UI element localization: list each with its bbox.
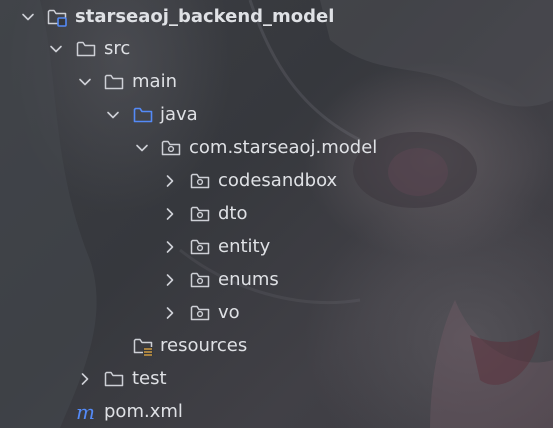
tree-node-enums[interactable]: enums xyxy=(0,263,553,296)
tree-node-vo[interactable]: vo xyxy=(0,296,553,329)
tree-node-label: entity xyxy=(218,236,271,257)
tree-node-pom[interactable]: m pom.xml xyxy=(0,395,553,428)
tree-node-root[interactable]: starseaoj_backend_model xyxy=(0,0,553,33)
tree-node-label: src xyxy=(104,38,131,59)
tree-node-label: com.starseaoj.model xyxy=(189,137,378,158)
tree-node-package-root[interactable]: com.starseaoj.model xyxy=(0,131,553,164)
chevron-right-icon[interactable] xyxy=(160,270,180,290)
chevron-right-icon[interactable] xyxy=(75,369,95,389)
package-icon xyxy=(189,170,211,192)
chevron-down-icon[interactable] xyxy=(75,72,95,92)
chevron-down-icon[interactable] xyxy=(132,138,152,158)
package-icon xyxy=(189,203,211,225)
source-root-folder-icon xyxy=(132,104,154,126)
tree-node-label: resources xyxy=(160,335,248,356)
svg-text:m: m xyxy=(76,401,95,423)
chevron-down-icon[interactable] xyxy=(46,39,66,59)
package-icon xyxy=(160,137,182,159)
tree-node-java[interactable]: java xyxy=(0,98,553,131)
tree-node-entity[interactable]: entity xyxy=(0,230,553,263)
folder-icon xyxy=(103,71,125,93)
chevron-right-icon[interactable] xyxy=(160,171,180,191)
chevron-down-icon[interactable] xyxy=(103,105,123,125)
chevron-down-icon[interactable] xyxy=(18,7,38,27)
tree-node-label: test xyxy=(132,368,167,389)
chevron-right-icon[interactable] xyxy=(160,303,180,323)
tree-node-dto[interactable]: dto xyxy=(0,197,553,230)
module-folder-icon xyxy=(46,6,68,28)
tree-node-src[interactable]: src xyxy=(0,32,553,65)
resources-folder-icon xyxy=(132,335,154,357)
tree-node-label: enums xyxy=(218,269,279,290)
package-icon xyxy=(189,269,211,291)
tree-node-label: pom.xml xyxy=(104,401,183,422)
tree-node-main[interactable]: main xyxy=(0,65,553,98)
project-tree: starseaoj_backend_model src main java co… xyxy=(0,0,553,428)
package-icon xyxy=(189,236,211,258)
tree-node-codesandbox[interactable]: codesandbox xyxy=(0,164,553,197)
tree-node-label: main xyxy=(132,71,177,92)
tree-node-label: java xyxy=(160,104,198,125)
package-icon xyxy=(189,302,211,324)
folder-icon xyxy=(75,38,97,60)
tree-node-label: vo xyxy=(218,302,240,323)
tree-node-resources[interactable]: resources xyxy=(0,329,553,362)
tree-node-test[interactable]: test xyxy=(0,362,553,395)
tree-node-label: starseaoj_backend_model xyxy=(75,6,335,27)
tree-node-label: codesandbox xyxy=(218,170,338,191)
chevron-right-icon[interactable] xyxy=(160,204,180,224)
chevron-right-icon[interactable] xyxy=(160,237,180,257)
maven-icon: m xyxy=(75,401,97,423)
folder-icon xyxy=(103,368,125,390)
tree-node-label: dto xyxy=(218,203,248,224)
